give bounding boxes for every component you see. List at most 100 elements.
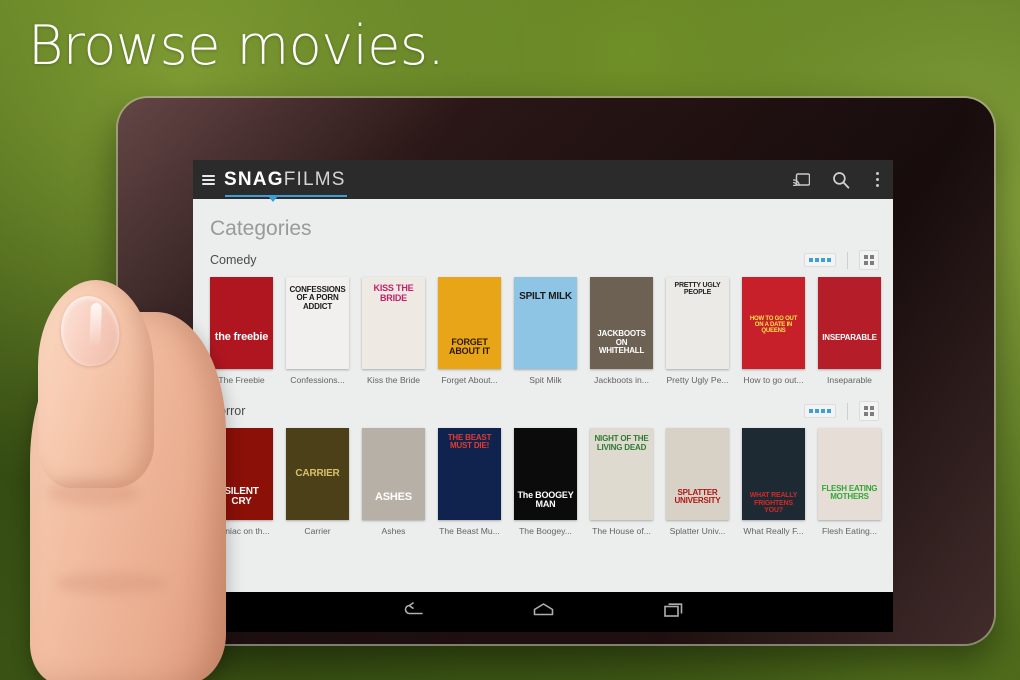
movie-title-caption: Flesh Eating... [822,526,877,536]
movie-poster[interactable]: NIGHT OF THE LIVING DEAD [590,428,653,520]
category-row-header: Comedy [193,250,893,270]
poster-title-text: The BOOGEY MAN [517,489,574,509]
movie-tile[interactable]: FLESH EATING MOTHERS Flesh Eating... [818,428,881,536]
poster-title-text: CONFESSIONS OF A PORN ADDICT [289,285,346,311]
movie-poster[interactable]: HOW TO GO OUT ON A DATE IN QUEENS [742,277,805,369]
movie-tile[interactable]: WHAT REALLY FRIGHTENS YOU? What Really F.… [742,428,805,536]
browse-content: Categories Comedy the freebie The Freebie C… [193,199,893,592]
carousel-view-toggle[interactable] [804,253,836,267]
home-icon[interactable] [532,602,555,623]
poster-title-text: THE BEAST MUST DIE! [447,432,492,450]
movie-title-caption: Pretty Ugly Pe... [666,375,729,385]
category-row-header: Horror [193,401,893,421]
brand-primary: SNAG [224,168,284,190]
movie-tile[interactable]: THE BEAST MUST DIE! The Beast Mu... [438,428,501,536]
android-navigation-bar [193,592,893,632]
control-divider [847,402,848,420]
movie-poster[interactable]: SPILT MILK [514,277,577,369]
movie-poster[interactable]: WHAT REALLY FRIGHTENS YOU? [742,428,805,520]
movie-title-caption: Confessions... [290,375,345,385]
movie-poster[interactable]: INSEPARABLE [818,277,881,369]
movie-tile[interactable]: PRETTY UGLY PEOPLE Pretty Ugly Pe... [666,277,729,385]
poster-title-text: SPILT MILK [519,290,572,302]
movie-tile[interactable]: FORGET ABOUT IT Forget About... [438,277,501,385]
category-rows: Comedy the freebie The Freebie CONFESSIONS … [193,250,893,536]
app-action-bar: SNAG FILMS [193,160,893,202]
movie-title-caption: The House of... [592,526,651,536]
knuckle-crease [56,572,166,594]
page-headline: Browse movies. [28,14,445,77]
movie-poster[interactable]: PRETTY UGLY PEOPLE [666,277,729,369]
hamburger-icon[interactable] [202,174,215,185]
hand-holding-device [22,272,252,680]
back-icon[interactable] [401,601,424,623]
movie-title-caption: The Beast Mu... [439,526,500,536]
cast-icon[interactable] [793,172,810,187]
grid-view-toggle[interactable] [859,401,879,421]
movie-poster[interactable]: FORGET ABOUT IT [438,277,501,369]
movie-title-caption: Kiss the Bride [366,375,421,385]
movie-tile[interactable]: KISS THE BRIDE Kiss the Bride [362,277,425,385]
poster-title-text: WHAT REALLY FRIGHTENS YOU? [749,492,798,514]
poster-rail[interactable]: the freebie The Freebie CONFESSIONS OF A P… [193,277,893,385]
movie-tile[interactable]: The BOOGEY MAN The Boogey... [514,428,577,536]
movie-title-caption: Inseparable [827,375,872,385]
movie-poster[interactable]: CARRIER [286,428,349,520]
movie-tile[interactable]: ASHES Ashes [362,428,425,536]
movie-title-caption: Forget About... [441,375,498,385]
carousel-view-toggle[interactable] [804,404,836,418]
device-screen: SNAG FILMS Categories Comedy the freebie… [193,160,893,592]
movie-title-caption: Jackboots in... [594,375,649,385]
poster-title-text: FLESH EATING MOTHERS [821,484,878,502]
movie-title-caption: Ashes [381,526,406,536]
app-logo[interactable]: SNAG FILMS [224,168,347,202]
movie-tile[interactable]: SPILT MILK Spit Milk [514,277,577,385]
poster-rail[interactable]: SILENT CRY Maniac on th... CARRIER Carrier A… [193,428,893,536]
movie-title-caption: Carrier [304,526,331,536]
row-view-controls [804,250,879,270]
poster-title-text: HOW TO GO OUT ON A DATE IN QUEENS [749,315,798,334]
poster-title-text: CARRIER [295,468,340,480]
movie-poster[interactable]: CONFESSIONS OF A PORN ADDICT [286,277,349,369]
poster-title-text: KISS THE BRIDE [373,283,414,303]
category-row-title: Comedy [210,253,257,267]
category-row: Horror SILENT CRY Maniac on th... CARRIER Ca… [193,401,893,536]
movie-title-caption: Spit Milk [529,375,562,385]
poster-title-text: FORGET ABOUT IT [449,336,490,356]
poster-title-text: JACKBOOTS ON WHITEHALL [597,329,646,355]
movie-title-caption: How to go out... [743,375,804,385]
movie-poster[interactable]: THE BEAST MUST DIE! [438,428,501,520]
brand-secondary: FILMS [283,168,346,190]
poster-title-text: INSEPARABLE [822,333,877,343]
brand-underline [225,194,347,197]
poster-title-text: ASHES [375,491,412,504]
search-icon[interactable] [832,171,850,189]
grid-view-toggle[interactable] [859,250,879,270]
movie-tile[interactable]: CONFESSIONS OF A PORN ADDICT Confessions.… [286,277,349,385]
movie-tile[interactable]: SPLATTER UNIVERSITY Splatter Univ... [666,428,729,536]
overflow-menu-icon[interactable] [872,170,883,189]
poster-title-text: NIGHT OF THE LIVING DEAD [594,434,649,452]
movie-poster[interactable]: The BOOGEY MAN [514,428,577,520]
movie-tile[interactable]: INSEPARABLE Inseparable [818,277,881,385]
movie-poster[interactable]: KISS THE BRIDE [362,277,425,369]
category-row: Comedy the freebie The Freebie CONFESSIONS … [193,250,893,385]
movie-poster[interactable]: FLESH EATING MOTHERS [818,428,881,520]
knuckle-crease [48,480,138,506]
movie-poster[interactable]: JACKBOOTS ON WHITEHALL [590,277,653,369]
page-title: Categories [210,217,312,240]
control-divider [847,251,848,269]
movie-poster[interactable]: ASHES [362,428,425,520]
recents-icon[interactable] [663,602,686,623]
movie-title-caption: Splatter Univ... [669,526,726,536]
poster-title-text: SPLATTER UNIVERSITY [674,487,721,505]
movie-tile[interactable]: NIGHT OF THE LIVING DEAD The House of... [590,428,653,536]
movie-title-caption: What Really F... [743,526,804,536]
movie-title-caption: The Boogey... [519,526,572,536]
movie-poster[interactable]: SPLATTER UNIVERSITY [666,428,729,520]
action-bar-actions [793,170,883,189]
movie-tile[interactable]: HOW TO GO OUT ON A DATE IN QUEENS How to … [742,277,805,385]
movie-tile[interactable]: CARRIER Carrier [286,428,349,536]
movie-tile[interactable]: JACKBOOTS ON WHITEHALL Jackboots in... [590,277,653,385]
row-view-controls [804,401,879,421]
